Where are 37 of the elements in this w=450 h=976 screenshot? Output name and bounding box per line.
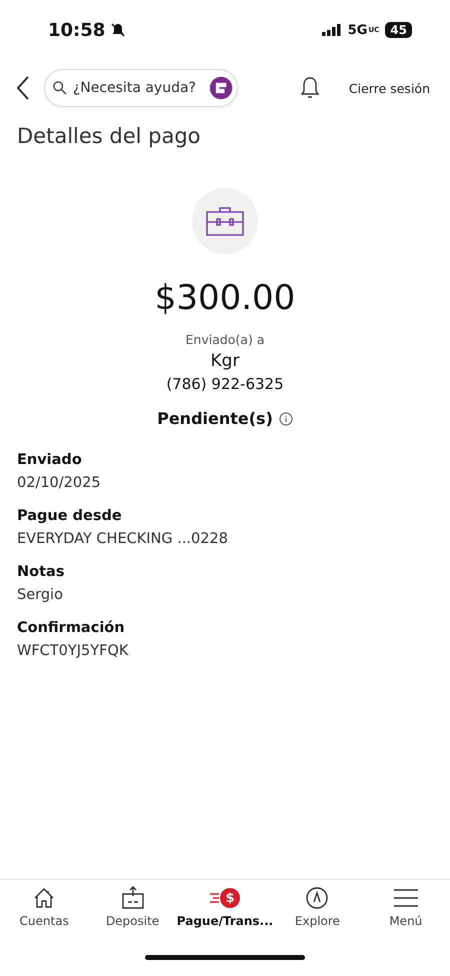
payment-amount: $300.00 [154,278,296,318]
payment-status: Pendiente(s) [157,409,273,428]
detail-value: Sergio [17,587,64,603]
muted-bell-icon [111,23,126,37]
page-title: Detalles del pago [17,124,202,148]
compass-icon [305,886,330,910]
detail-label: Notas [17,564,66,580]
detail-label: Enviado [17,452,83,468]
dollar-badge: $ [220,888,240,908]
signal-icon [322,24,342,36]
detail-value: EVERYDAY CHECKING ...0228 [17,531,229,547]
search-bar[interactable]: ¿Necesita ayuda? [44,69,238,107]
sent-to-label: Enviado(a) a [186,332,264,347]
speed-lines-icon [210,892,220,904]
info-icon[interactable] [278,412,293,426]
detail-label: Confirmación [17,620,126,636]
search-icon [53,80,67,96]
deposit-icon [120,886,146,910]
briefcase-icon [206,206,244,236]
detail-label: Pague desde [17,508,123,524]
detail-value: WFCT0YJ5YFQK [17,643,130,659]
back-icon[interactable] [16,76,30,100]
recipient-phone: (786) 922-6325 [166,375,284,393]
clock-time: 10:58 [48,20,106,40]
nav-tab[interactable]: Deposite [88,886,177,938]
chat-icon[interactable] [208,74,233,102]
nav-tab[interactable]: $ Pague/Trans... [176,886,274,938]
bell-icon[interactable] [300,76,320,100]
nav-tab[interactable]: Explore [273,886,362,938]
battery-level: 45 [385,22,412,38]
recipient-name: Kgr [210,351,240,371]
nav-tab[interactable]: Cuentas [0,886,88,938]
search-field[interactable]: ¿Necesita ayuda? [70,79,205,97]
nav-tab[interactable]: Menú [362,886,450,938]
detail-value: 02/10/2025 [17,475,102,491]
network-type: 5G [348,22,368,38]
logout-button[interactable]: Cierre sesión [342,80,436,96]
